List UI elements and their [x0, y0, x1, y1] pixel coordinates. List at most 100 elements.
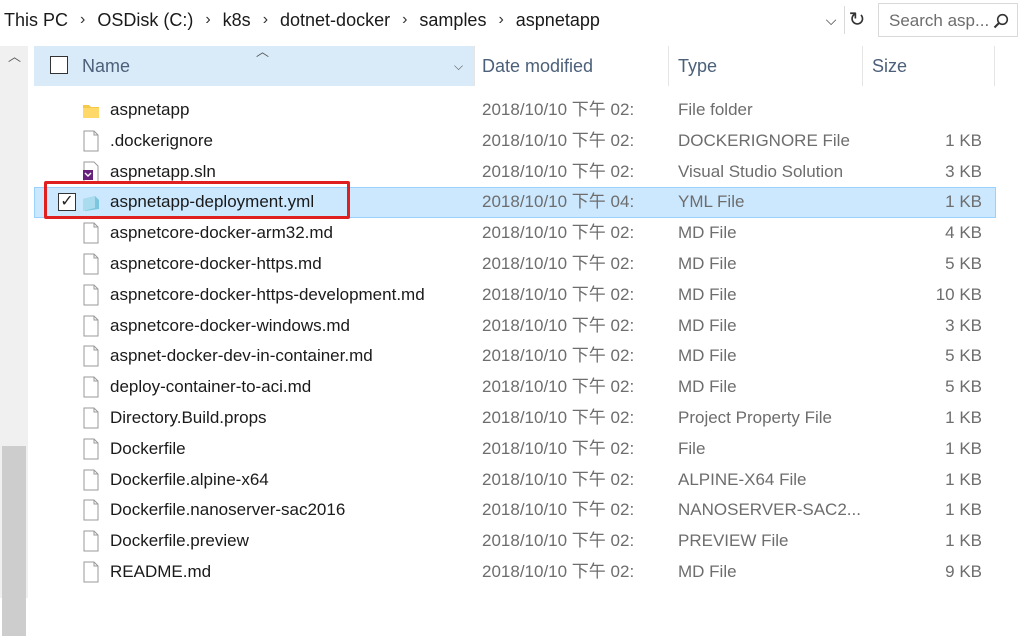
file-icon	[82, 469, 100, 491]
file-size: 1 KB	[945, 438, 982, 458]
file-size: 4 KB	[945, 223, 982, 243]
refresh-icon[interactable]: ↻	[844, 6, 869, 34]
file-row[interactable]: Dockerfile.alpine-x64 2018/10/10 下午 02: AL…	[34, 465, 996, 496]
file-icon	[82, 561, 100, 583]
breadcrumb-this-pc[interactable]: This PC	[0, 10, 74, 31]
column-header-date[interactable]: Date modified	[482, 46, 593, 86]
breadcrumb-osdisk[interactable]: OSDisk (C:)	[91, 10, 199, 31]
file-type: Project Property File	[678, 407, 832, 427]
file-row[interactable]: .dockerignore 2018/10/10 下午 02: DOCKERIGNO…	[34, 126, 996, 157]
file-row[interactable]: README.md 2018/10/10 下午 02: MD File 9 KB	[34, 557, 996, 588]
file-type: ALPINE-X64 File	[678, 469, 807, 489]
file-type: File folder	[678, 100, 753, 119]
file-row[interactable]: Dockerfile 2018/10/10 下午 02: File 1 KB	[34, 434, 996, 465]
chevron-right-icon[interactable]: ›	[257, 11, 274, 29]
file-date-modified: 2018/10/10 下午 02:	[482, 377, 635, 397]
file-row[interactable]: aspnetcore-docker-windows.md 2018/10/10 下…	[34, 311, 996, 342]
file-date-modified: 2018/10/10 下午 02:	[482, 500, 635, 520]
file-name[interactable]: .dockerignore	[110, 126, 213, 156]
file-name[interactable]: aspnet-docker-dev-in-container.md	[110, 341, 373, 371]
file-name[interactable]: aspnetcore-docker-https.md	[110, 249, 322, 279]
file-size: 3 KB	[945, 161, 982, 181]
file-name[interactable]: aspnetcore-docker-windows.md	[110, 311, 350, 341]
file-size: 1 KB	[945, 531, 982, 551]
file-size: 5 KB	[945, 377, 982, 397]
search-icon[interactable]	[993, 13, 1009, 29]
search-input[interactable]: Search asp...	[889, 11, 989, 31]
chevron-right-icon[interactable]: ›	[74, 11, 91, 29]
file-date-modified: 2018/10/10 下午 02:	[482, 438, 635, 458]
file-date-modified: 2018/10/10 下午 02:	[482, 284, 635, 304]
column-divider[interactable]	[862, 46, 863, 86]
file-row[interactable]: aspnetapp 2018/10/10 下午 02: File folder	[34, 95, 996, 126]
file-name[interactable]: Dockerfile.preview	[110, 526, 249, 556]
file-row[interactable]: Dockerfile.preview 2018/10/10 下午 02: PREVI…	[34, 526, 996, 557]
file-size: 5 KB	[945, 253, 982, 273]
scrollbar-thumb[interactable]	[2, 446, 26, 636]
file-icon	[82, 530, 100, 552]
file-type: Visual Studio Solution	[678, 161, 844, 181]
file-type: MD File	[678, 223, 737, 243]
file-list: aspnetapp 2018/10/10 下午 02: File folder .do…	[34, 95, 996, 588]
file-name[interactable]: deploy-container-to-aci.md	[110, 372, 311, 402]
file-date-modified: 2018/10/10 下午 02:	[482, 346, 635, 366]
chevron-down-icon[interactable]: ⌵	[820, 8, 842, 32]
search-box[interactable]: Search asp...	[878, 3, 1018, 37]
chevron-right-icon[interactable]: ›	[199, 11, 216, 29]
column-header-name[interactable]: ︿ Name ⌵	[34, 44, 474, 86]
file-icon	[82, 253, 100, 275]
file-type: MD File	[678, 346, 737, 366]
file-date-modified: 2018/10/10 下午 02:	[482, 100, 635, 119]
file-icon	[82, 130, 100, 152]
column-header-name-label: Name	[82, 56, 131, 76]
file-name[interactable]: aspnetapp	[110, 95, 189, 125]
chevron-right-icon[interactable]: ›	[396, 11, 413, 29]
file-row[interactable]: aspnetcore-docker-https.md 2018/10/10 下午 …	[34, 249, 996, 280]
file-row[interactable]: Directory.Build.props 2018/10/10 下午 02: Pr…	[34, 403, 996, 434]
chevron-right-icon[interactable]: ›	[492, 11, 509, 29]
breadcrumb[interactable]: This PC › OSDisk (C:) › k8s › dotnet-doc…	[0, 0, 870, 40]
file-icon	[82, 345, 100, 367]
file-name[interactable]: aspnetcore-docker-arm32.md	[110, 218, 333, 248]
file-icon	[82, 499, 100, 521]
file-name[interactable]: Directory.Build.props	[110, 403, 267, 433]
column-divider[interactable]	[668, 46, 669, 86]
file-row[interactable]: aspnet-docker-dev-in-container.md 2018/10…	[34, 341, 996, 372]
column-header-type[interactable]: Type	[678, 46, 717, 86]
chevron-down-icon[interactable]: ⌵	[454, 46, 463, 86]
file-date-modified: 2018/10/10 下午 02:	[482, 531, 635, 551]
file-type: File	[678, 438, 706, 458]
file-icon	[82, 376, 100, 398]
file-date-modified: 2018/10/10 下午 04:	[482, 192, 635, 212]
scroll-up-icon[interactable]: ︿	[8, 50, 22, 63]
column-divider[interactable]	[474, 46, 475, 86]
file-type: MD File	[678, 284, 737, 304]
column-divider[interactable]	[994, 46, 995, 86]
file-row[interactable]: aspnetcore-docker-arm32.md 2018/10/10 下午 …	[34, 218, 996, 249]
vertical-scrollbar[interactable]: ︿	[0, 46, 28, 636]
file-icon	[82, 438, 100, 460]
file-size: 3 KB	[945, 315, 982, 335]
file-size: 1 KB	[945, 130, 982, 150]
file-name[interactable]: Dockerfile	[110, 434, 186, 464]
file-name[interactable]: Dockerfile.alpine-x64	[110, 465, 269, 495]
file-name[interactable]: Dockerfile.nanoserver-sac2016	[110, 495, 345, 525]
breadcrumb-dotnet-docker[interactable]: dotnet-docker	[274, 10, 396, 31]
column-header-size[interactable]: Size	[872, 46, 907, 86]
breadcrumb-samples[interactable]: samples	[413, 10, 492, 31]
select-all-checkbox[interactable]	[50, 56, 68, 74]
file-date-modified: 2018/10/10 下午 02:	[482, 161, 635, 181]
breadcrumb-k8s[interactable]: k8s	[217, 10, 257, 31]
file-size: 1 KB	[945, 469, 982, 489]
file-row[interactable]: Dockerfile.nanoserver-sac2016 2018/10/10 …	[34, 495, 996, 526]
breadcrumb-aspnetapp[interactable]: aspnetapp	[510, 10, 606, 31]
file-row[interactable]: aspnetcore-docker-https-development.md 20…	[34, 280, 996, 311]
file-name[interactable]: aspnetcore-docker-https-development.md	[110, 280, 425, 310]
file-type: MD File	[678, 315, 737, 335]
file-name[interactable]: README.md	[110, 557, 211, 587]
folder-icon	[82, 99, 100, 121]
file-type: YML File	[678, 192, 745, 212]
file-size: 1 KB	[945, 500, 982, 520]
file-row[interactable]: deploy-container-to-aci.md 2018/10/10 下午 …	[34, 372, 996, 403]
highlight-box	[44, 181, 350, 219]
